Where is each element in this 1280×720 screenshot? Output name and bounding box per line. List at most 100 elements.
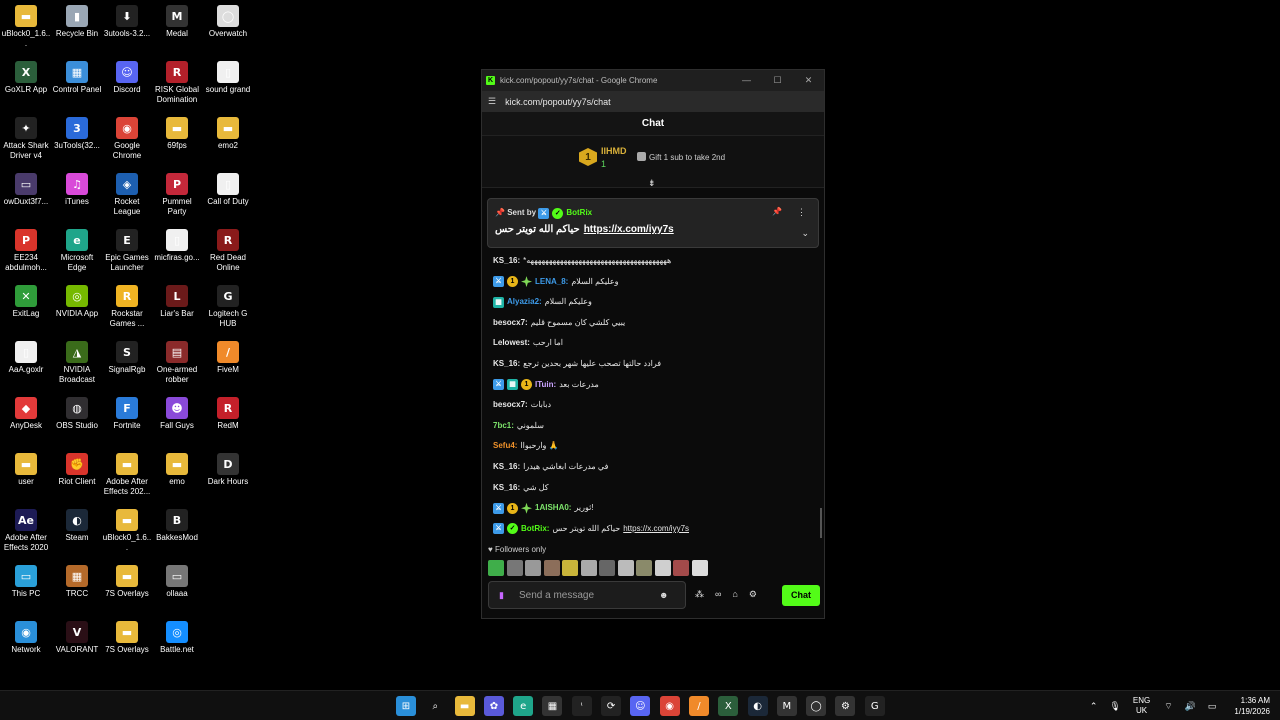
chat-message[interactable]: 7bc1: سلموني	[493, 419, 544, 433]
desktop-icon[interactable]: ▭ ollaaa	[151, 562, 203, 618]
desktop-icon[interactable]: ♫ iTunes	[51, 170, 103, 226]
desktop-icon[interactable]: R RISK Global Domination	[151, 58, 203, 114]
chat-messages[interactable]: 📌 Sent by ⚔ ✓ BotRix حياكم الله تويتر حس ht…	[482, 188, 824, 548]
desktop-icon[interactable]: ◯ Overwatch	[202, 2, 254, 58]
chat-message[interactable]: ⚔ 1 1AISHA0: ثورير!	[493, 501, 594, 515]
close-button[interactable]: ✕	[793, 75, 824, 86]
language-indicator[interactable]: ENG UK	[1133, 696, 1150, 716]
desktop-icon[interactable]: Ae Adobe After Effects 2020	[0, 506, 52, 562]
desktop-icon[interactable]: R Rockstar Games ...	[101, 282, 153, 338]
copilot-icon[interactable]: ✿	[483, 696, 504, 716]
chevron-up-icon[interactable]: ⌃	[1090, 701, 1098, 712]
desktop-icon[interactable]: G Logitech G HUB	[202, 282, 254, 338]
desktop-icon[interactable]: P Pummel Party	[151, 170, 203, 226]
emote-icon[interactable]	[617, 560, 634, 576]
fivem-icon[interactable]: /	[688, 696, 709, 716]
store-icon[interactable]: ⌂	[732, 589, 737, 600]
chat-link[interactable]: https://x.com/iyy7s	[623, 522, 689, 536]
desktop-icon[interactable]: E Epic Games Launcher	[101, 226, 153, 282]
logitech-icon[interactable]: G	[864, 696, 885, 716]
edge-icon[interactable]: e	[513, 696, 534, 716]
gift-sub-prompt[interactable]: Gift 1 sub to take 2nd	[637, 152, 725, 162]
desktop-icon[interactable]: ◮ NVIDIA Broadcast	[51, 338, 103, 394]
desktop-icon[interactable]: S SignalRgb	[101, 338, 153, 394]
desktop-icon[interactable]: ◆ AnyDesk	[0, 394, 52, 450]
desktop-icon[interactable]: ◈ Rocket League	[101, 170, 153, 226]
settings-sync-icon[interactable]: ⟳	[601, 696, 622, 716]
desktop-icon[interactable]: ◐ Steam	[51, 506, 103, 562]
desktop-icon[interactable]: R Red Dead Online	[202, 226, 254, 282]
chat-username[interactable]: 1AISHA0:	[535, 501, 571, 515]
search-icon[interactable]: ⌕	[425, 696, 445, 716]
chat-username[interactable]: KS_16:	[493, 481, 520, 495]
chat-message[interactable]: KS_16: في مدرعات ابغاشي هيدرا	[493, 460, 608, 474]
send-chat-button[interactable]: Chat	[782, 585, 820, 606]
chat-username[interactable]: BotRix:	[521, 522, 549, 536]
desktop-icon[interactable]: ▬ emo	[151, 450, 203, 506]
points-icon[interactable]: ⁂	[695, 589, 704, 600]
maximize-button[interactable]: ☐	[762, 75, 793, 86]
battery-icon[interactable]: ▭	[1208, 701, 1217, 712]
desktop-icon[interactable]: ◉ Google Chrome	[101, 114, 153, 170]
desktop-icon[interactable]: ▬ 7S Overlays	[101, 562, 153, 618]
emote-icon[interactable]	[488, 560, 504, 576]
emote-icon[interactable]	[691, 560, 708, 576]
chevron-down-icon[interactable]: ⌄	[801, 228, 809, 239]
chat-message[interactable]: besocx7: يبيي كلشي كان مسموح قليم	[493, 316, 625, 330]
desktop-icon[interactable]: 3 3uTools(32...	[51, 114, 103, 170]
emote-icon[interactable]	[636, 560, 652, 576]
chat-message[interactable]: ⚔ ▦ 1 ITuin: مدرعات بعد	[493, 378, 599, 392]
chat-message[interactable]: KS_16: *ههههههههههههههههههههههههههههههههه…	[493, 254, 671, 268]
desktop-icon[interactable]: ▭ This PC	[0, 562, 52, 618]
desktop-icon[interactable]: ▯ sound grand	[202, 58, 254, 114]
desktop-icon[interactable]: ◎ Battle.net	[151, 618, 203, 674]
desktop-icon[interactable]: ◍ OBS Studio	[51, 394, 103, 450]
emote-icon[interactable]	[580, 560, 597, 576]
site-info-icon[interactable]: ☰	[488, 96, 496, 107]
chat-message[interactable]: Lelowest: اما ارحب	[493, 336, 563, 350]
chat-username[interactable]: KS_16:	[493, 357, 520, 371]
desktop-icon[interactable]: M Medal	[151, 2, 203, 58]
clock[interactable]: 1:36 AM 1/19/2026	[1234, 695, 1270, 717]
emote-icon[interactable]	[525, 560, 541, 576]
emote-icon[interactable]	[654, 560, 671, 576]
chat-username[interactable]: Lelowest:	[493, 336, 530, 350]
desktop-icon[interactable]: ▬ Adobe After Effects 202...	[101, 450, 153, 506]
window-titlebar[interactable]: K kick.com/popout/yy7s/chat - Google Chr…	[482, 70, 824, 91]
desktop-icon[interactable]: ▬ uBlock0_1.6...	[101, 506, 153, 562]
desktop-icon[interactable]: ▤ One-armed robber	[151, 338, 203, 394]
desktop-icon[interactable]: ✦ Attack Shark Driver v4	[0, 114, 52, 170]
chat-username[interactable]: ITuin:	[535, 378, 556, 392]
desktop-icon[interactable]: ▬ emo2	[202, 114, 254, 170]
desktop-icon[interactable]: L Liar's Bar	[151, 282, 203, 338]
minimize-button[interactable]: —	[731, 75, 762, 86]
chat-username[interactable]: besocx7:	[493, 316, 528, 330]
microphone-icon[interactable]: ▮	[499, 590, 509, 600]
medal-icon[interactable]: M	[776, 696, 797, 716]
desktop-icon[interactable]: ▦ TRCC	[51, 562, 103, 618]
desktop-icon[interactable]: ▭ owDuxt3f7...	[0, 170, 52, 226]
emote-icon[interactable]	[599, 560, 615, 576]
store-icon[interactable]: ▦	[542, 696, 563, 716]
discord-icon[interactable]: ☺	[630, 696, 651, 716]
chrome-icon[interactable]: ◉	[659, 696, 680, 716]
message-input-box[interactable]: ▮ ☻	[488, 581, 686, 609]
desktop-icon[interactable]: X GoXLR App	[0, 58, 52, 114]
chat-message[interactable]: ▦ Alyazia2: وعليكم السلام	[493, 295, 592, 309]
desktop-icon[interactable]: ⬇ 3utools-3.2...	[101, 2, 153, 58]
chat-username[interactable]: KS_16:	[493, 254, 520, 268]
overwatch-icon[interactable]: ◯	[806, 696, 827, 716]
more-options-icon[interactable]: ⋮	[797, 207, 806, 218]
chat-message[interactable]: Sefu4: وارحبواا 🙏	[493, 439, 559, 453]
chat-message[interactable]: KS_16: فرادد حالتها تصحب عليها شهر بحدين …	[493, 357, 661, 371]
infinity-icon[interactable]: ∞	[715, 589, 721, 600]
desktop-icon[interactable]: ✕ ExitLag	[0, 282, 52, 338]
chat-username[interactable]: Sefu4:	[493, 439, 517, 453]
chat-message[interactable]: KS_16: كل شي	[493, 481, 549, 495]
emote-icon[interactable]	[506, 560, 523, 576]
desktop-icon[interactable]: D Dark Hours	[202, 450, 254, 506]
desktop-icon[interactable]: ✊ Riot Client	[51, 450, 103, 506]
desktop-icon[interactable]: ☺ Discord	[101, 58, 153, 114]
wifi-icon[interactable]: ⌔	[1164, 701, 1172, 712]
chat-username[interactable]: KS_16:	[493, 460, 520, 474]
